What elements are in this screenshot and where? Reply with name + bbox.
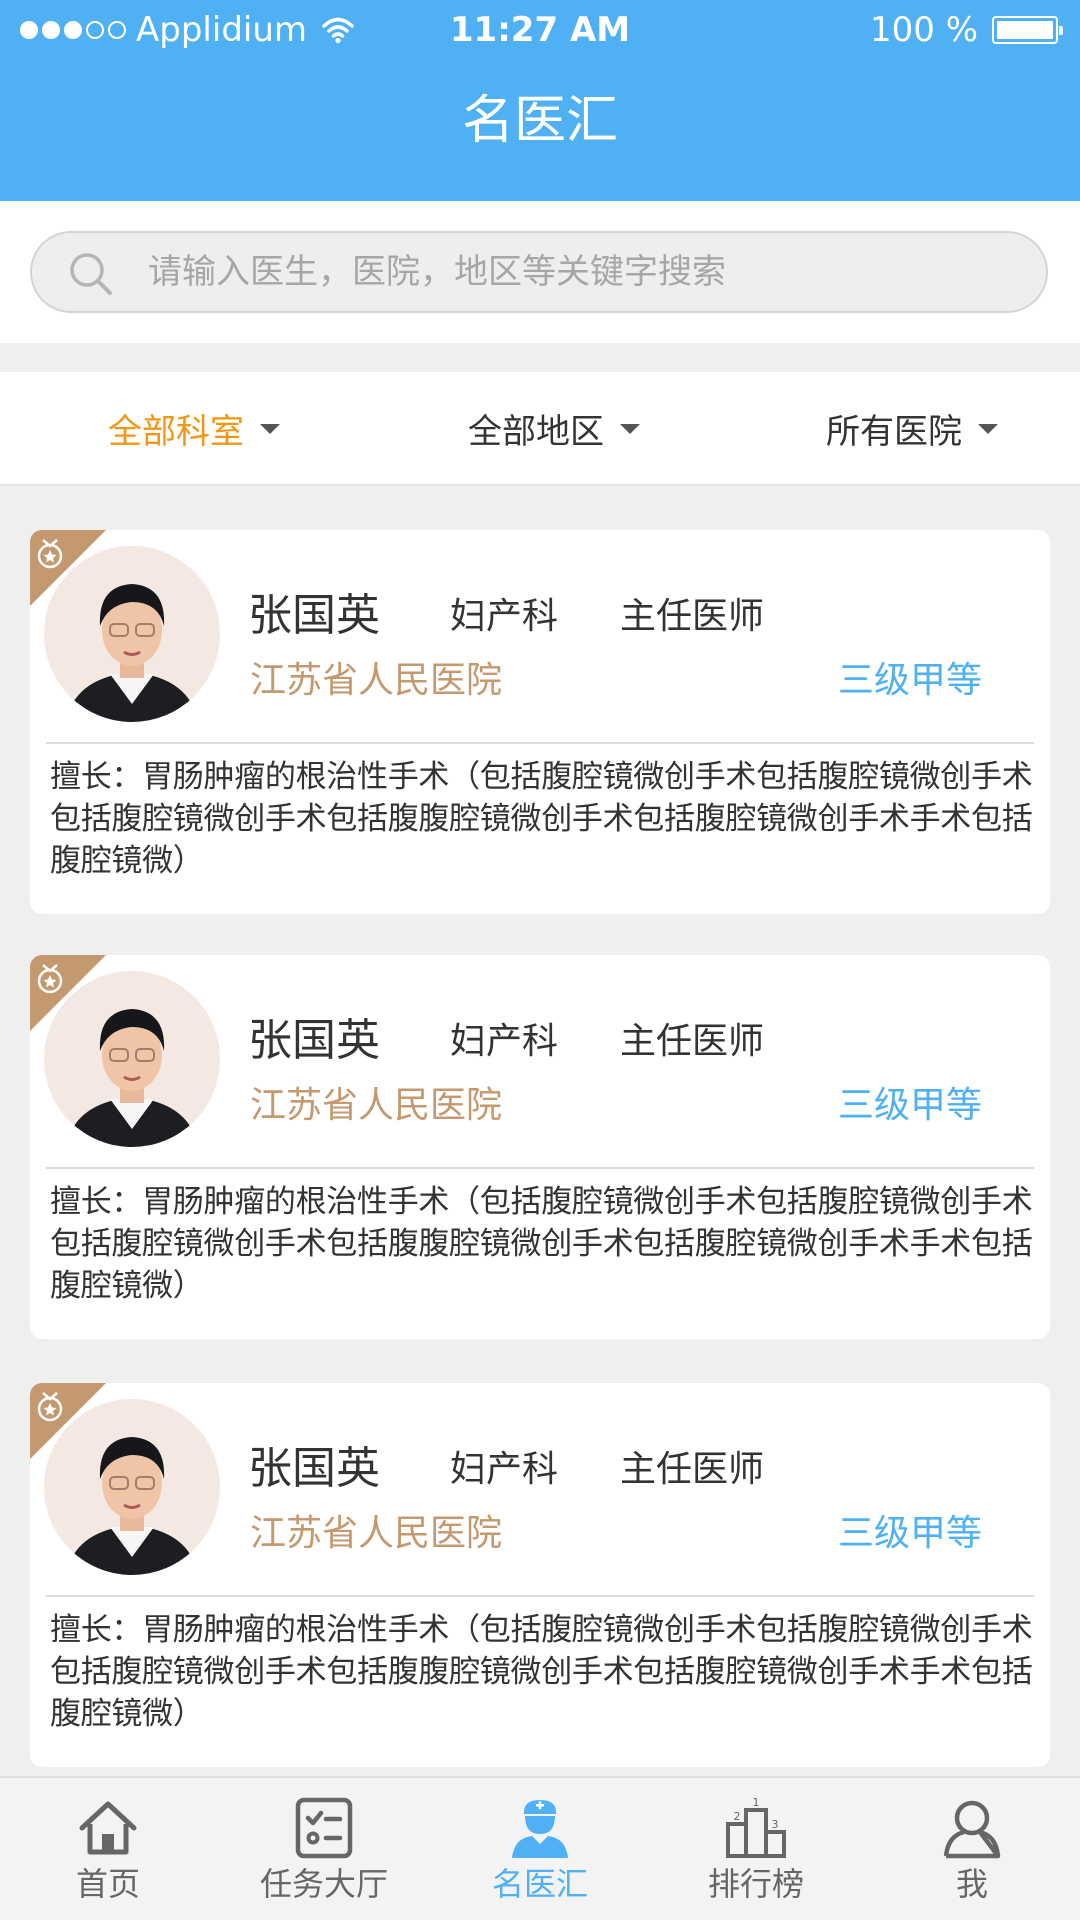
doctor-hospital: 江苏省人民医院 <box>250 1085 503 1126</box>
doctor-expertise: 擅长：胃肠肿瘤的根治性手术（包括腹腔镜微创手术包括腹腔镜微创手术包括腹腔镜微创手… <box>50 759 1033 879</box>
user-profile-icon <box>943 1800 1001 1859</box>
hospital-level: 三级甲等 <box>837 1513 982 1554</box>
doctor-hospital: 江苏省人民医院 <box>250 660 503 701</box>
hospital-level: 三级甲等 <box>837 1085 982 1126</box>
chevron-down-icon <box>978 424 998 434</box>
doctor-name: 张国英 <box>248 1015 380 1066</box>
doctor-department: 妇产科 <box>450 1021 559 1062</box>
page-title: 名医汇 <box>461 91 618 151</box>
tab-task-hall[interactable]: 任务大厅 <box>216 1778 432 1920</box>
doctor-avatar <box>44 971 220 1147</box>
svg-text:3: 3 <box>772 1818 779 1831</box>
filter-hospital[interactable]: 所有医院 <box>826 372 998 484</box>
doctor-icon <box>512 1800 568 1858</box>
search-box[interactable] <box>30 231 1048 313</box>
doctor-department: 妇产科 <box>450 596 559 637</box>
svg-text:2: 2 <box>734 1810 741 1823</box>
doctor-avatar <box>44 1399 220 1575</box>
divider <box>46 1595 1034 1597</box>
chevron-down-icon <box>260 424 280 434</box>
bottom-tab-bar: 首页 任务大厅 名医汇 1 2 3 排行榜 我 <box>0 1776 1080 1920</box>
filter-bar: 全部科室 全部地区 所有医院 <box>0 372 1080 486</box>
filter-region[interactable]: 全部地区 <box>468 372 640 484</box>
doctor-title: 主任医师 <box>620 1021 765 1062</box>
ranking-podium-icon: 1 2 3 <box>726 1796 786 1858</box>
doctor-title: 主任医师 <box>620 596 765 637</box>
status-right: 100 % <box>869 0 1063 60</box>
filter-department-label: 全部科室 <box>108 411 244 452</box>
doctor-card[interactable]: 张国英 妇产科 主任医师 江苏省人民医院 三级甲等 擅长：胃肠肿瘤的根治性手术（… <box>30 1383 1050 1767</box>
tab-home[interactable]: 首页 <box>0 1778 216 1920</box>
tab-label: 排行榜 <box>707 1865 804 1903</box>
doctor-avatar <box>44 546 220 722</box>
divider <box>46 742 1034 744</box>
status-bar: Applidium 11:27 AM 100 % <box>0 0 1080 60</box>
doctor-department: 妇产科 <box>450 1449 559 1490</box>
search-area <box>0 201 1080 343</box>
battery-icon <box>992 16 1063 44</box>
search-input[interactable] <box>148 233 1028 311</box>
svg-text:1: 1 <box>753 1796 760 1809</box>
tab-famous-doctors[interactable]: 名医汇 <box>432 1778 648 1920</box>
filter-hospital-label: 所有医院 <box>826 411 962 452</box>
filter-department[interactable]: 全部科室 <box>108 372 280 484</box>
chevron-down-icon <box>620 424 640 434</box>
battery-percentage: 100 % <box>869 10 978 50</box>
doctor-expertise: 擅长：胃肠肿瘤的根治性手术（包括腹腔镜微创手术包括腹腔镜微创手术包括腹腔镜微创手… <box>50 1184 1033 1304</box>
app-header: Applidium 11:27 AM 100 % 名医汇 <box>0 0 1080 201</box>
tab-me[interactable]: 我 <box>864 1778 1080 1920</box>
search-icon <box>70 253 112 295</box>
filter-region-label: 全部地区 <box>468 411 604 452</box>
doctor-card[interactable]: 张国英 妇产科 主任医师 江苏省人民医院 三级甲等 擅长：胃肠肿瘤的根治性手术（… <box>30 955 1050 1339</box>
doctor-name: 张国英 <box>248 1443 380 1494</box>
tab-label: 首页 <box>75 1865 140 1903</box>
doctor-name: 张国英 <box>248 590 380 641</box>
doctor-card[interactable]: 张国英 妇产科 主任医师 江苏省人民医院 三级甲等 擅长：胃肠肿瘤的根治性手术（… <box>30 530 1050 914</box>
task-list-icon <box>295 1797 353 1859</box>
tab-label: 名医汇 <box>491 1865 588 1903</box>
tab-label: 我 <box>955 1865 988 1903</box>
tab-label: 任务大厅 <box>259 1865 388 1903</box>
doctor-title: 主任医师 <box>620 1449 765 1490</box>
tab-ranking[interactable]: 1 2 3 排行榜 <box>648 1778 864 1920</box>
doctor-hospital: 江苏省人民医院 <box>250 1513 503 1554</box>
home-icon <box>79 1801 137 1855</box>
hospital-level: 三级甲等 <box>837 660 982 701</box>
doctor-expertise: 擅长：胃肠肿瘤的根治性手术（包括腹腔镜微创手术包括腹腔镜微创手术包括腹腔镜微创手… <box>50 1612 1033 1732</box>
divider <box>46 1167 1034 1169</box>
